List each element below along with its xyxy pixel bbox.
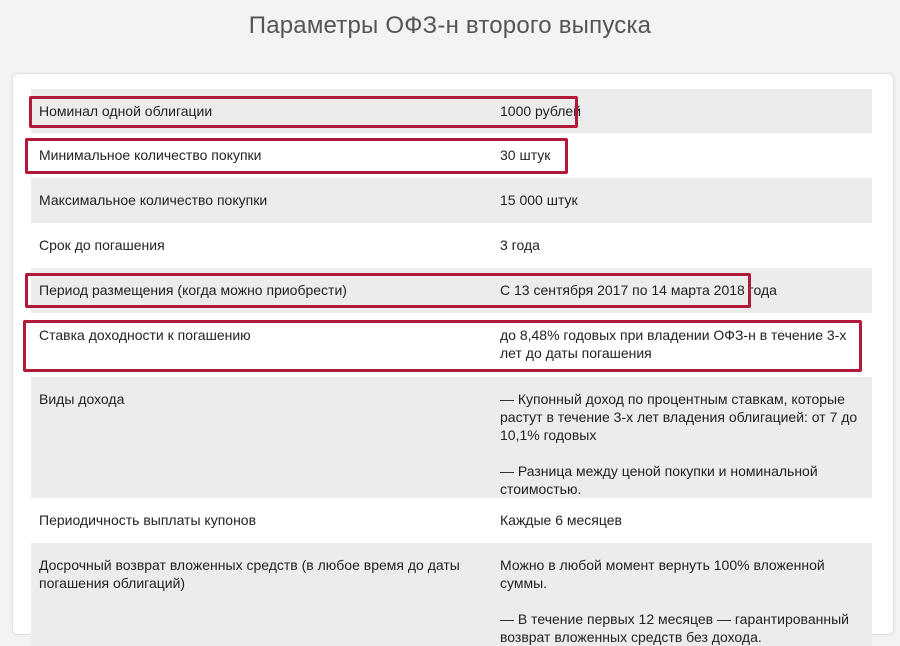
value-text: Каждые 6 месяцев: [500, 512, 622, 528]
row-value: — Купонный доход по процентным ставкам, …: [500, 377, 872, 498]
table-row-income-types: Виды дохода — Купонный доход по процентн…: [31, 377, 872, 498]
table-row-maturity: Срок до погашения 3 года: [31, 223, 872, 268]
row-label: Периодичность выплаты купонов: [39, 512, 257, 528]
table-row-max-quantity: Максимальное количество покупки 15 000 ш…: [31, 178, 872, 223]
value-text: 1000 рублей: [500, 103, 581, 119]
value-text: С 13 сентября 2017 по 14 марта 2018 года: [500, 282, 777, 298]
row-label: Срок до погашения: [39, 237, 165, 253]
row-label: Ставка доходности к погашению: [39, 327, 251, 343]
row-label: Виды дохода: [31, 377, 500, 498]
value-text: Можно в любой момент вернуть 100% вложен…: [500, 557, 825, 591]
table-row-min-quantity: Минимальное количество покупки 30 штук: [31, 133, 872, 178]
row-label: Номинал одной облигации: [31, 89, 500, 133]
value-text: — В течение первых 12 месяцев — гарантир…: [500, 611, 849, 645]
value-text: — Купонный доход по процентным ставкам, …: [500, 391, 858, 443]
value-text: 30 штук: [500, 147, 551, 163]
row-value: Можно в любой момент вернуть 100% вложен…: [500, 543, 872, 646]
row-value: 15 000 штук: [500, 178, 872, 223]
row-value: 1000 рублей: [500, 89, 872, 133]
table-row-placement-period: Период размещения (когда можно приобрест…: [31, 268, 872, 313]
row-label: Максимальное количество покупки: [31, 178, 500, 223]
page-title: Параметры ОФЗ-н второго выпуска: [248, 12, 652, 39]
table-row-nominal: Номинал одной облигации 1000 рублей: [31, 89, 872, 133]
value-text: 3 года: [500, 237, 540, 253]
row-value: 30 штук: [500, 133, 872, 178]
table-row-coupon-frequency: Периодичность выплаты купонов Каждые 6 м…: [31, 498, 872, 543]
row-value: Каждые 6 месяцев: [500, 498, 872, 543]
table-row-yield: Ставка доходности к погашению до 8,48% г…: [31, 313, 872, 377]
row-label: Период размещения (когда можно приобрест…: [31, 268, 500, 313]
value-text: до 8,48% годовых при владении ОФЗ-н в те…: [500, 327, 847, 361]
row-value: до 8,48% годовых при владении ОФЗ-н в те…: [500, 313, 872, 377]
row-value: 3 года: [500, 223, 872, 268]
value-text: — Разница между ценой покупки и номиналь…: [500, 463, 818, 497]
row-label: Досрочный возврат вложенных средств (в л…: [31, 543, 500, 646]
value-text: 15 000 штук: [500, 192, 578, 208]
row-value: С 13 сентября 2017 по 14 марта 2018 года: [500, 268, 872, 313]
parameters-table: Номинал одной облигации 1000 рублей Мини…: [31, 89, 872, 646]
row-label: Минимальное количество покупки: [39, 147, 262, 163]
table-row-early-return: Досрочный возврат вложенных средств (в л…: [31, 543, 872, 646]
